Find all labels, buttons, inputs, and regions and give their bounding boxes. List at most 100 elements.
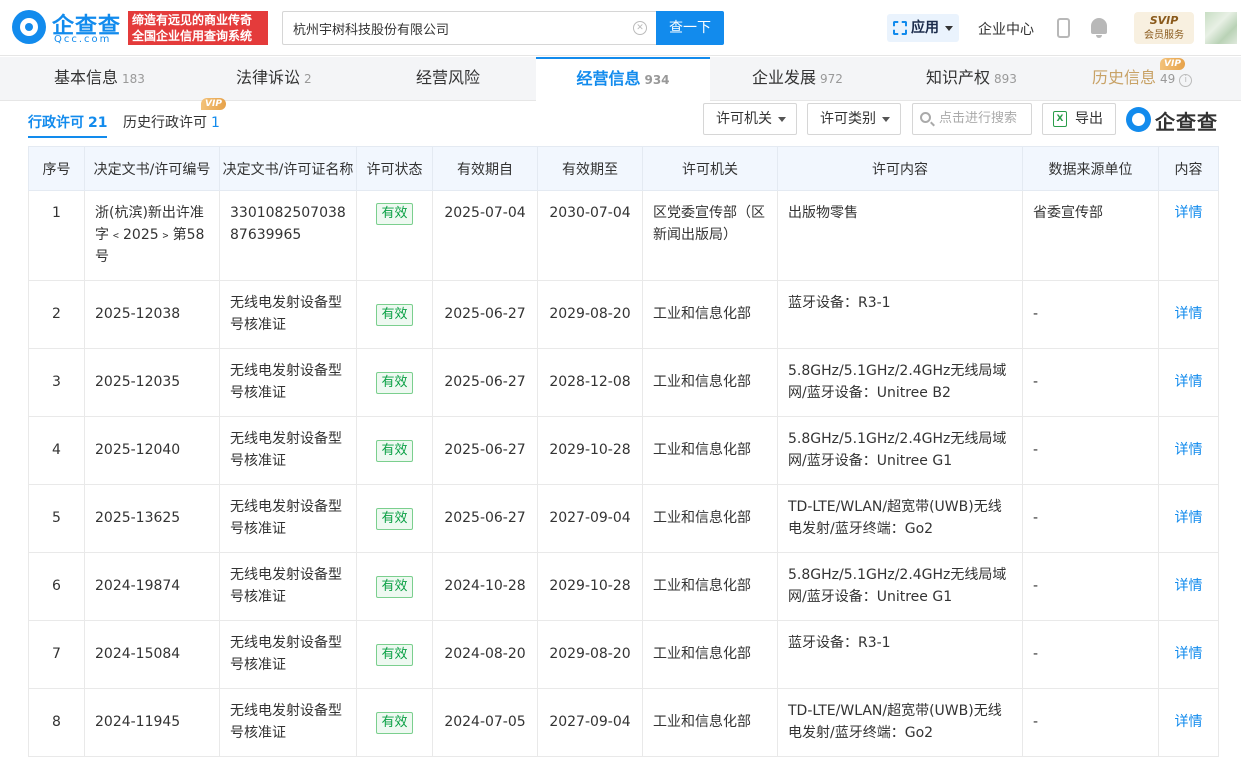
valid-to-cell: 2027-09-04 (537, 484, 643, 553)
detail-link[interactable]: 详情 (1175, 646, 1203, 662)
status-badge: 有效 (376, 576, 413, 598)
detail-link[interactable]: 详情 (1175, 578, 1203, 594)
watermark-text: 企查查 (1155, 110, 1218, 134)
detail-link[interactable]: 详情 (1175, 510, 1203, 526)
subtab-history-license[interactable]: 历史行政许可 1 (123, 112, 220, 132)
tab-count: 934 (644, 73, 670, 87)
bell-icon[interactable] (1091, 18, 1107, 38)
detail-link[interactable]: 详情 (1175, 442, 1203, 458)
tab-label: 经营信息 (576, 69, 641, 88)
license-table: 序号 决定文书/许可编号 决定文书/许可证名称 许可状态 有效期自 有效期至 许… (28, 146, 1219, 757)
tab-development[interactable]: 企业发展 972 (752, 57, 843, 101)
qcc-logo[interactable]: 企查查 Qcc.com (12, 10, 124, 46)
row-index: 5 (52, 510, 61, 526)
vip-badge: VIP (201, 98, 226, 110)
tab-basic-info[interactable]: 基本信息 183 (54, 57, 145, 101)
tab-business-risk[interactable]: 经营风险 (416, 57, 480, 101)
license-name-cell: 无线电发射设备型号核准证 (219, 688, 357, 757)
license-authority-cell: 工业和信息化部 (642, 688, 778, 757)
tab-legal[interactable]: 法律诉讼 2 (236, 57, 312, 101)
data-source: - (1033, 442, 1039, 458)
tab-count: 183 (122, 72, 145, 86)
data-source-cell: - (1022, 484, 1159, 553)
filter-authority-dropdown[interactable]: 许可机关 (703, 103, 797, 135)
license-authority: 工业和信息化部 (653, 510, 751, 526)
license-content-cell: 5.8GHz/5.1GHz/2.4GHz无线局域网/蓝牙设备：Unitree B… (777, 348, 1023, 417)
detail-link[interactable]: 详情 (1175, 714, 1203, 730)
license-authority: 工业和信息化部 (653, 374, 751, 390)
detail-link[interactable]: 详情 (1175, 374, 1203, 390)
license-name: 无线电发射设备型号核准证 (230, 635, 342, 673)
column-header: 许可机关 (642, 146, 778, 191)
table-row: 2 2025-12038 无线电发射设备型号核准证 有效 2025-06-27 2029-… (28, 280, 1219, 349)
tab-label: 法律诉讼 (236, 68, 301, 87)
row-index-cell: 5 (28, 484, 85, 553)
tab-label: 基本信息 (54, 68, 119, 87)
filter-category-dropdown[interactable]: 许可类别 (807, 103, 901, 135)
valid-from-cell: 2025-06-27 (432, 416, 538, 485)
license-authority: 工业和信息化部 (653, 646, 751, 662)
tab-ip[interactable]: 知识产权 893 (926, 57, 1017, 101)
chevron-down-icon (882, 117, 890, 122)
license-number: 2024-11945 (95, 714, 181, 730)
valid-to: 2029-08-20 (549, 646, 631, 662)
license-authority-cell: 工业和信息化部 (642, 416, 778, 485)
license-name: 无线电发射设备型号核准证 (230, 499, 342, 537)
clear-icon[interactable]: ✕ (633, 21, 647, 35)
row-index: 2 (52, 306, 61, 322)
app-menu-button[interactable]: 应用 (887, 14, 959, 42)
dropdown-label: 许可类别 (820, 111, 876, 127)
column-header: 许可状态 (356, 146, 433, 191)
table-row: 8 2024-11945 无线电发射设备型号核准证 有效 2024-07-05 2027-… (28, 688, 1219, 757)
license-name-cell: 无线电发射设备型号核准证 (219, 280, 357, 349)
mobile-icon[interactable] (1057, 18, 1070, 38)
chevron-down-icon (778, 117, 786, 122)
license-content: 蓝牙设备：R3-1 (788, 635, 891, 651)
valid-from: 2024-10-28 (444, 578, 526, 594)
valid-from: 2025-06-27 (444, 442, 526, 458)
avatar[interactable] (1205, 12, 1237, 44)
valid-to: 2029-10-28 (549, 442, 631, 458)
data-source-cell: - (1022, 280, 1159, 349)
tab-business-info[interactable]: 经营信息 934 (536, 57, 710, 102)
valid-from-cell: 2024-10-28 (432, 552, 538, 621)
license-name: 无线电发射设备型号核准证 (230, 295, 342, 333)
svip-sublabel: 会员服务 (1144, 30, 1184, 41)
logo-subtext: Qcc.com (54, 34, 112, 45)
detail-link[interactable]: 详情 (1175, 205, 1203, 221)
license-number-cell: 2025-12040 (84, 416, 220, 485)
svip-label: SVIP (1149, 14, 1179, 27)
detail-link[interactable]: 详情 (1175, 306, 1203, 322)
status-badge: 有效 (376, 203, 413, 225)
column-header: 决定文书/许可证名称 (219, 146, 357, 191)
license-authority-cell: 工业和信息化部 (642, 348, 778, 417)
valid-to-cell: 2029-10-28 (537, 552, 643, 621)
subtab-count: 1 (211, 115, 220, 131)
dropdown-label: 许可机关 (716, 111, 772, 127)
valid-to: 2027-09-04 (549, 714, 631, 730)
tab-count: 2 (304, 72, 312, 86)
table-row: 1 浙(杭滨)新出许准字﹤2025﹥第58号 3301082507038876399… (28, 190, 1219, 281)
table-row: 7 2024-15084 无线电发射设备型号核准证 有效 2024-08-20 2029-… (28, 620, 1219, 689)
license-number-cell: 2024-11945 (84, 688, 220, 757)
row-index: 7 (52, 646, 61, 662)
license-content-cell: 蓝牙设备：R3-1 (777, 280, 1023, 349)
table-row: 6 2024-19874 无线电发射设备型号核准证 有效 2024-10-28 2029-… (28, 552, 1219, 621)
valid-from-cell: 2025-06-27 (432, 280, 538, 349)
svip-membership-button[interactable]: SVIP 会员服务 (1134, 12, 1194, 44)
data-source-cell: - (1022, 552, 1159, 621)
enterprise-center-link[interactable]: 企业中心 (978, 19, 1034, 39)
row-index: 8 (52, 714, 61, 730)
row-index-cell: 3 (28, 348, 85, 417)
table-header-row: 序号 决定文书/许可编号 决定文书/许可证名称 许可状态 有效期自 有效期至 许… (28, 146, 1219, 191)
valid-from: 2024-08-20 (444, 646, 526, 662)
row-index: 4 (52, 442, 61, 458)
detail-link-cell: 详情 (1158, 484, 1219, 553)
valid-to-cell: 2027-09-04 (537, 688, 643, 757)
license-number-cell: 2024-15084 (84, 620, 220, 689)
company-search-input[interactable] (282, 11, 656, 45)
license-name: 无线电发射设备型号核准证 (230, 703, 342, 741)
valid-from: 2024-07-05 (444, 714, 526, 730)
search-button[interactable]: 查一下 (656, 11, 724, 45)
subtab-admin-license[interactable]: 行政许可 21 (28, 112, 108, 138)
